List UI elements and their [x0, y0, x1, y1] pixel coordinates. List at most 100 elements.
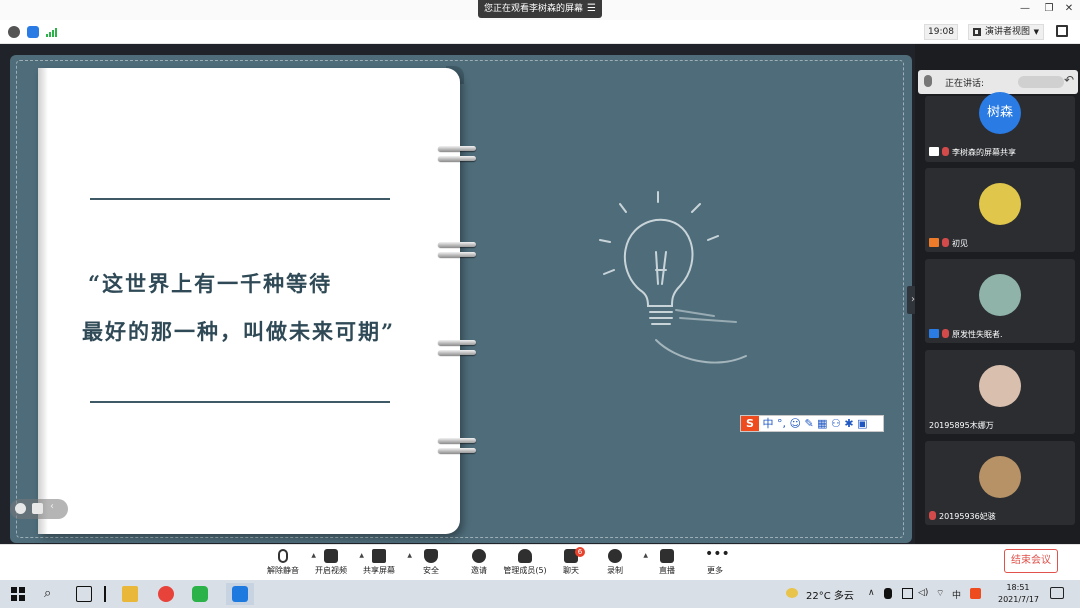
more-button[interactable]: ••• 更多 [688, 547, 742, 579]
avatar [979, 365, 1021, 407]
mic-muted-icon [942, 329, 949, 338]
share-screen-icon [372, 549, 386, 563]
mic-muted-icon [942, 147, 949, 156]
user-icon [929, 329, 939, 338]
screen-share-banner[interactable]: 您正在观看李树森的屏幕 ☰ [478, 0, 602, 18]
speaking-label: 正在讲话: [945, 79, 985, 89]
start-video-button[interactable]: 开启视频 ▲ [304, 547, 364, 579]
participant-name: 原发性失眠者. [929, 329, 1003, 340]
task-view-icon[interactable] [76, 586, 92, 602]
search-icon[interactable]: ⌕ [44, 586, 60, 602]
quote-line-2: 最好的那一种，叫做未来可期” [82, 319, 396, 344]
participant-tile[interactable]: 初见 [925, 168, 1075, 252]
binder-ring [438, 340, 476, 358]
ime-icon[interactable]: 中 [952, 588, 963, 601]
meeting-timer: 19:08 [924, 24, 958, 40]
microphone-icon[interactable] [884, 588, 892, 599]
record-icon [608, 549, 622, 563]
share-screen-button[interactable]: 共享屏幕 ▲ [352, 547, 412, 579]
shield-icon [424, 549, 438, 563]
end-meeting-button[interactable]: 结束会议 [1004, 549, 1058, 573]
security-button[interactable]: 安全 [404, 547, 458, 579]
windows-start-icon[interactable] [10, 586, 26, 602]
signal-icon[interactable] [45, 26, 57, 38]
shield-icon[interactable] [27, 26, 39, 38]
top-rule [90, 198, 390, 200]
view-mode-label: 演讲者视图 [985, 27, 1031, 37]
live-stream-icon [660, 549, 674, 563]
undo-arrow-icon[interactable]: ↶ [1064, 73, 1074, 87]
bottom-rule [90, 401, 390, 403]
participant-name: 李树森的屏幕共享 [929, 147, 1016, 158]
chevron-down-icon: ▼ [1033, 28, 1039, 36]
chevron-up-icon[interactable]: ∧ [868, 588, 879, 599]
more-icon: ••• [705, 546, 730, 562]
microphone-icon [924, 75, 932, 87]
sogou-logo-icon: S [741, 416, 759, 431]
notification-icon[interactable] [1050, 587, 1064, 599]
info-icon[interactable] [8, 26, 20, 38]
binder-ring [438, 438, 476, 456]
notebook-spine [38, 68, 48, 534]
participant-name: 20195936妃骇 [929, 511, 996, 522]
meeting-window: 您正在观看李树森的屏幕 ☰ — ❐ ✕ 19:08 演讲者视图 ▼ “这世界上有… [0, 0, 1080, 608]
taskbar-clock[interactable]: 18:51 2021/7/17 [998, 582, 1040, 606]
chevron-left-icon[interactable]: ‹ [50, 501, 61, 512]
meeting-toolbar: 19:08 演讲者视图 ▼ [0, 20, 1080, 44]
quote-line-1: “这世界上有一千种等待 [88, 271, 333, 296]
view-mode-button[interactable]: 演讲者视图 ▼ [968, 24, 1044, 40]
caption-icon[interactable] [32, 503, 43, 514]
participants-icon [518, 549, 532, 563]
record-button[interactable]: 录制 ▲ [588, 547, 648, 579]
tencent-meeting-icon[interactable] [232, 586, 248, 602]
network-icon[interactable]: ⌔ [936, 588, 947, 599]
avatar [979, 274, 1021, 316]
binder-ring [438, 146, 476, 164]
participant-tile[interactable]: 20195936妃骇 [925, 441, 1075, 525]
file-explorer-icon[interactable] [122, 586, 138, 602]
notebook-page [38, 68, 460, 534]
participant-tile[interactable]: 原发性失眠者. [925, 259, 1075, 343]
video-off-icon [324, 549, 338, 563]
input-method-toolbar[interactable]: S 中 °, ☺ ✎ ▦ ⚇ ✱ ▣ [740, 415, 884, 432]
mic-muted-icon [942, 238, 949, 247]
clock-time: 18:51 [1006, 583, 1030, 592]
unmute-button[interactable]: 解除静音 ▲ [256, 547, 316, 579]
clock-date: 2021/7/17 [998, 595, 1040, 604]
live-stream-button[interactable]: 直播 [640, 547, 694, 579]
ime-toolbar-icons: 中 °, ☺ ✎ ▦ ⚇ ✱ ▣ [762, 417, 868, 430]
avatar: 树森 [979, 92, 1021, 134]
user-icon [929, 238, 939, 247]
battery-icon[interactable] [902, 588, 913, 599]
participant-name: 初见 [929, 238, 968, 249]
lightbulb-illustration [599, 191, 747, 364]
volume-icon[interactable]: ◁) [918, 588, 929, 599]
screen-share-icon [929, 147, 939, 156]
avatar [979, 456, 1021, 498]
reaction-pill[interactable]: ‹ [10, 499, 68, 519]
binder-ring [438, 242, 476, 260]
speaker-names-blurred [1018, 76, 1064, 88]
sogou-tray-icon[interactable] [970, 588, 981, 599]
screen-share-banner-text: 您正在观看李树森的屏幕 [484, 4, 584, 14]
emoji-icon[interactable] [15, 503, 26, 514]
close-icon[interactable]: ✕ [1062, 2, 1076, 16]
chrome-icon[interactable] [158, 586, 174, 602]
restore-icon[interactable]: ❐ [1042, 2, 1056, 16]
avatar [979, 183, 1021, 225]
participant-tile[interactable]: 20195895木娜万 [925, 350, 1075, 434]
title-bar: 您正在观看李树森的屏幕 ☰ — ❐ ✕ [0, 0, 1080, 20]
taskbar-divider [104, 586, 106, 602]
add-user-icon [472, 549, 486, 563]
banner-menu-icon[interactable]: ☰ [587, 0, 596, 18]
speaking-indicator: 正在讲话: ↶ [918, 70, 1078, 94]
weather-icon [786, 588, 798, 598]
windows-taskbar: ⌕ 22°C 多云 ∧ ◁) ⌔ 中 18:51 2021/7/17 [0, 580, 1080, 608]
fullscreen-icon[interactable] [1056, 25, 1068, 37]
meeting-controls-bar: 解除静音 ▲ 开启视频 ▲ 共享屏幕 ▲ 安全 邀请 管理成员(5) 6 聊天 … [0, 544, 1080, 580]
minimize-icon[interactable]: — [1018, 2, 1032, 16]
wechat-icon[interactable] [192, 586, 208, 602]
participant-tile[interactable]: 树森 李树森的屏幕共享 [925, 92, 1075, 162]
weather-text[interactable]: 22°C 多云 [806, 587, 854, 602]
mic-muted-icon [929, 511, 936, 520]
